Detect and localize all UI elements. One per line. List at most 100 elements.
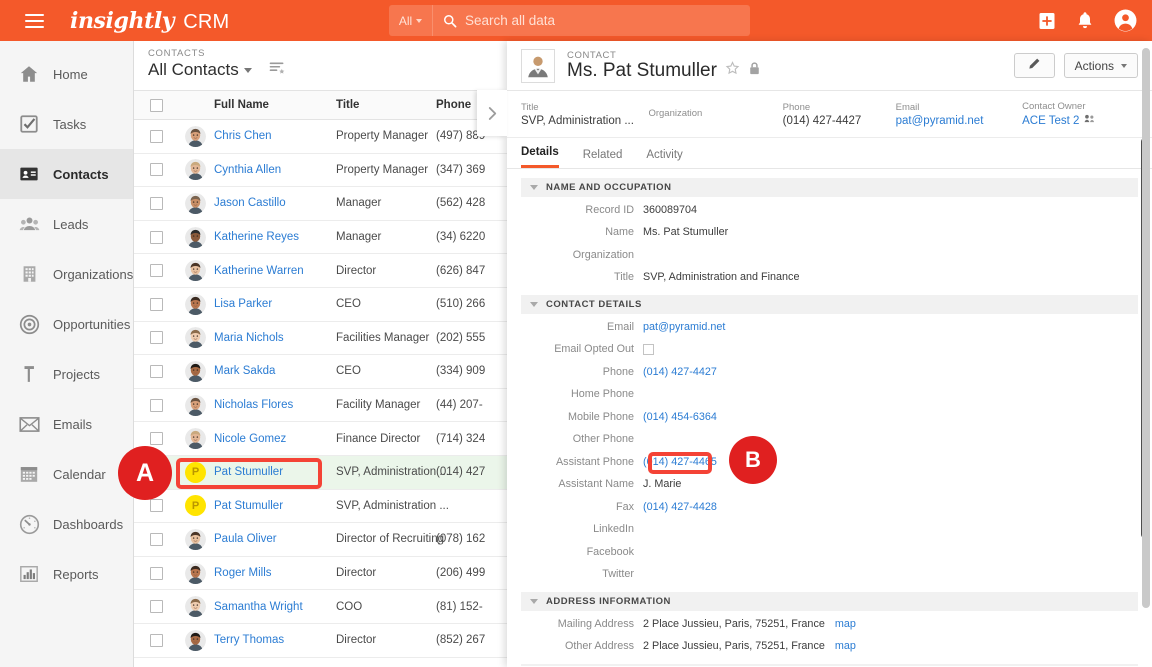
user-circle-icon[interactable] — [1113, 8, 1138, 33]
row-checkbox[interactable] — [150, 432, 163, 446]
table-row[interactable]: P Pat Stumuller SVP, Administration ... (01… — [134, 455, 507, 490]
contact-name-link[interactable]: Katherine Warren — [214, 265, 304, 277]
table-row[interactable]: P Pat Stumuller SVP, Administration ... — [134, 489, 507, 524]
map-link[interactable]: map — [835, 640, 856, 652]
row-checkbox[interactable] — [150, 532, 163, 546]
sidebar-item-tasks[interactable]: Tasks — [0, 99, 133, 149]
table-row[interactable]: Paula Oliver Director of Recruiting (078) … — [134, 522, 507, 557]
sidebar-item-organizations[interactable]: Organizations — [0, 249, 133, 299]
sidebar-item-leads[interactable]: Leads — [0, 199, 133, 249]
section-header-name-and-occupation[interactable]: NAME AND OCCUPATION — [521, 178, 1138, 197]
edit-button[interactable] — [1013, 53, 1055, 78]
row-checkbox[interactable] — [150, 230, 163, 244]
section-header-address-information[interactable]: ADDRESS INFORMATION — [521, 592, 1138, 611]
table-row[interactable]: Maria Nichols Facilities Manager (202) 555 — [134, 321, 507, 356]
contact-name-link[interactable]: Nicole Gomez — [214, 433, 286, 445]
contact-name-link[interactable]: Pat Stumuller — [214, 466, 283, 478]
map-link[interactable]: map — [835, 618, 856, 630]
summary-value[interactable]: pat@pyramid.net — [896, 115, 1022, 127]
plus-square-icon[interactable] — [1037, 11, 1057, 31]
contact-title: Property Manager — [336, 163, 429, 176]
row-checkbox[interactable] — [150, 364, 163, 378]
contact-name-link[interactable]: Pat Stumuller — [214, 500, 283, 512]
table-row[interactable]: Nicole Gomez Finance Director (714) 324 — [134, 421, 507, 456]
search-scope-selector[interactable]: All — [389, 5, 433, 36]
row-checkbox[interactable] — [150, 633, 163, 647]
summary-label: Title — [521, 101, 539, 113]
contact-name-link[interactable]: Terry Thomas — [214, 634, 284, 646]
row-checkbox[interactable] — [150, 264, 163, 278]
contact-name-link[interactable]: Maria Nichols — [214, 332, 284, 344]
table-row[interactable]: Katherine Reyes Manager (34) 6220 — [134, 220, 507, 255]
table-row[interactable]: Katherine Warren Director (626) 847 — [134, 253, 507, 288]
tab-activity[interactable]: Activity — [646, 149, 682, 168]
table-row[interactable]: Terry Thomas Director (852) 267 — [134, 623, 507, 658]
row-checkbox[interactable] — [150, 297, 163, 311]
sidebar-item-dashboards[interactable]: Dashboards — [0, 499, 133, 549]
table-row[interactable]: Samantha Wright COO (81) 152- — [134, 589, 507, 624]
list-view-selector[interactable]: All Contacts — [148, 60, 252, 80]
building-icon — [18, 263, 40, 285]
contact-name-link[interactable]: Nicholas Flores — [214, 399, 293, 411]
row-checkbox[interactable] — [150, 331, 163, 345]
field-value[interactable]: pat@pyramid.net — [643, 321, 725, 333]
table-row[interactable]: Nicholas Flores Facility Manager (44) 207- — [134, 388, 507, 423]
table-row[interactable]: Jason Castillo Manager (562) 428 — [134, 186, 507, 221]
section-header-dates-to-remember[interactable]: DATES TO REMEMBER — [521, 664, 1138, 666]
avatar: P — [177, 455, 214, 490]
select-all-checkbox[interactable] — [150, 98, 163, 112]
contact-name-cell: Lisa Parker — [214, 287, 336, 322]
actions-button[interactable]: Actions — [1063, 53, 1138, 78]
contact-name-link[interactable]: Paula Oliver — [214, 533, 277, 545]
tab-related[interactable]: Related — [583, 149, 623, 168]
contact-name-link[interactable]: Roger Mills — [214, 567, 272, 579]
bell-icon[interactable] — [1076, 11, 1094, 30]
row-checkbox[interactable] — [150, 566, 163, 580]
row-checkbox[interactable] — [150, 129, 163, 143]
table-row[interactable]: Lisa Parker CEO (510) 266 — [134, 287, 507, 322]
hamburger-icon[interactable] — [12, 13, 56, 28]
summary-value[interactable]: ACE Test 2 — [1022, 114, 1138, 127]
sort-list-icon[interactable] — [269, 60, 286, 80]
sidebar-item-home[interactable]: Home — [0, 49, 133, 99]
page-scrollbar-thumb[interactable] — [1142, 48, 1150, 608]
star-outline-icon[interactable] — [725, 60, 740, 82]
contact-name-link[interactable]: Chris Chen — [214, 130, 272, 142]
pencil-icon — [1027, 57, 1041, 74]
section-header-contact-details[interactable]: CONTACT DETAILS — [521, 295, 1138, 314]
sidebar-item-calendar[interactable]: Calendar — [0, 449, 133, 499]
table-row[interactable]: Chris Chen Property Manager (497) 889 — [134, 119, 507, 154]
brand-logo[interactable]: insightly CRM — [70, 8, 229, 34]
contact-name-link[interactable]: Samantha Wright — [214, 601, 303, 613]
chevron-right-icon[interactable] — [477, 90, 507, 136]
lock-icon[interactable] — [748, 60, 761, 82]
row-checkbox[interactable] — [150, 398, 163, 412]
field-value[interactable]: (014) 427-4465 — [643, 456, 717, 468]
field-row: Mobile Phone (014) 454-6364 — [521, 407, 1138, 427]
sidebar-item-reports[interactable]: Reports — [0, 549, 133, 599]
contact-name-link[interactable]: Lisa Parker — [214, 298, 272, 310]
tab-details[interactable]: Details — [521, 146, 559, 168]
column-header-title[interactable]: Title — [336, 90, 436, 120]
field-value[interactable]: (014) 454-6364 — [643, 411, 717, 423]
field-value[interactable]: (014) 427-4428 — [643, 501, 717, 513]
row-checkbox[interactable] — [150, 196, 163, 210]
table-row[interactable]: Roger Mills Director (206) 499 — [134, 556, 507, 591]
row-checkbox[interactable] — [150, 499, 163, 513]
field-value[interactable]: (014) 427-4427 — [643, 366, 717, 378]
column-header-full-name[interactable]: Full Name — [214, 90, 336, 120]
row-checkbox[interactable] — [150, 600, 163, 614]
sidebar-item-opportunities[interactable]: Opportunities — [0, 299, 133, 349]
table-row[interactable]: Mark Sakda CEO (334) 909 — [134, 354, 507, 389]
contact-name-link[interactable]: Jason Castillo — [214, 197, 286, 209]
table-row[interactable]: Cynthia Allen Property Manager (347) 369 — [134, 153, 507, 188]
sidebar-item-contacts[interactable]: Contacts — [0, 149, 133, 199]
email-opted-out-checkbox[interactable] — [643, 343, 654, 355]
sidebar-item-emails[interactable]: Emails — [0, 399, 133, 449]
contact-name-link[interactable]: Katherine Reyes — [214, 231, 299, 243]
contact-name-link[interactable]: Cynthia Allen — [214, 164, 281, 176]
contact-name-link[interactable]: Mark Sakda — [214, 365, 275, 377]
row-checkbox[interactable] — [150, 163, 163, 177]
sidebar-item-projects[interactable]: Projects — [0, 349, 133, 399]
search-input[interactable] — [457, 13, 750, 28]
